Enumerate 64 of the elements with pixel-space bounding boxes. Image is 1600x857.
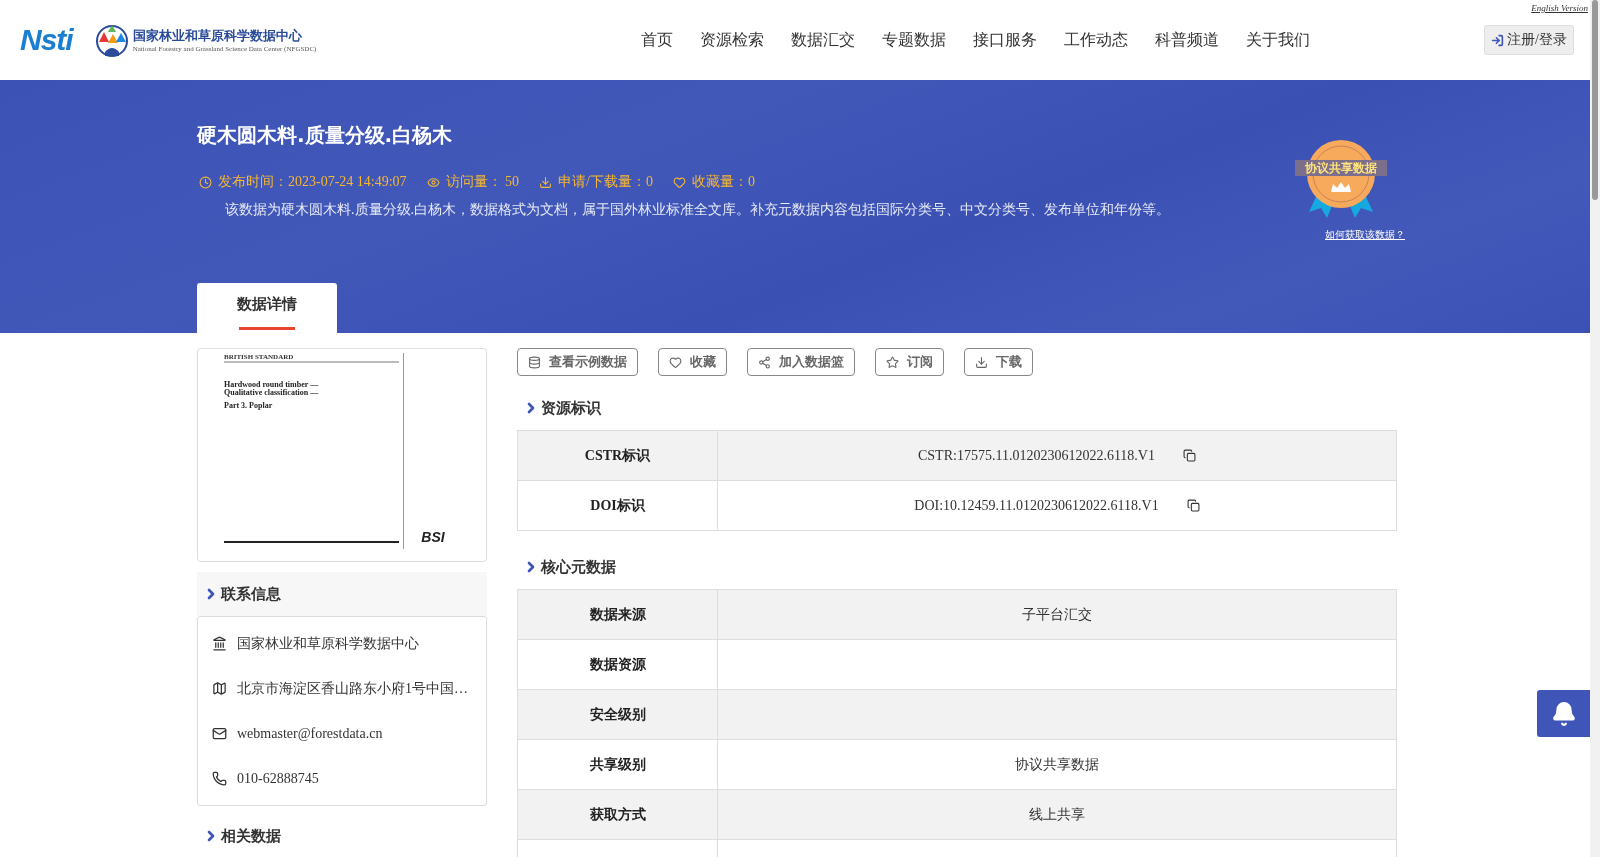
language-link[interactable]: English Version (1531, 3, 1588, 13)
download-icon (539, 175, 553, 189)
meta-text: 申请/下载量：0 (558, 173, 653, 191)
star-icon (886, 355, 899, 369)
bell-icon (1550, 700, 1577, 727)
contact-text: 010-62888745 (237, 770, 319, 787)
badge-text: 协议共享数据 (1295, 160, 1387, 176)
section-title: 联系信息 (221, 584, 281, 604)
contact-text: 国家林业和草原科学数据中心 (237, 634, 419, 653)
eye-icon (426, 175, 440, 189)
section-title: 资源标识 (541, 398, 601, 418)
copy-icon[interactable] (1186, 499, 1200, 512)
section-title: 核心元数据 (541, 557, 616, 577)
site-logo: Nsti (20, 23, 73, 57)
value-cell: DOI:10.12459.11.0120230612022.6118.V1 (914, 497, 1159, 514)
action-button[interactable]: 下载 (964, 348, 1033, 376)
bank-icon (212, 636, 227, 651)
label-cell: DOI标识 (518, 481, 718, 530)
action-button[interactable]: 查看示例数据 (517, 348, 638, 376)
login-button[interactable]: 注册/登录 (1484, 25, 1574, 55)
heart-icon (673, 175, 686, 189)
dataset-title: 硬木圆木料.质量分级.白杨木 (197, 122, 454, 149)
value-cell: 子平台汇交 (1022, 605, 1092, 624)
forest-logo-icon (94, 22, 129, 58)
document-subtitle-text: Part 3. Poplar (224, 401, 274, 410)
meta-text: 收藏量：0 (692, 173, 755, 191)
copy-icon[interactable] (1183, 449, 1196, 462)
nav-link[interactable]: 接口服务 (973, 29, 1038, 51)
download-icon (975, 355, 988, 369)
value-cell: 线上共享 (1029, 805, 1085, 824)
help-link[interactable]: 如何获取该数据？ (1325, 228, 1405, 242)
heart-icon (669, 355, 682, 369)
chat-button[interactable] (1537, 690, 1590, 737)
nav-link[interactable]: 资源检索 (700, 29, 765, 51)
document-brand-text: BSI (421, 529, 445, 545)
map-icon (212, 681, 227, 696)
section-title: 相关数据 (221, 826, 281, 846)
database-icon (528, 355, 541, 369)
nav-link[interactable]: 数据汇交 (791, 29, 856, 51)
nav-link[interactable]: 首页 (641, 29, 674, 51)
action-button[interactable]: 收藏 (658, 348, 727, 376)
nav-link[interactable]: 工作动态 (1064, 29, 1129, 51)
phone-icon (212, 771, 227, 786)
meta-text: 发布时间：2023-07-24 14:49:07 (218, 173, 407, 191)
clock-icon (199, 175, 212, 189)
tab[interactable]: 数据详情 (197, 283, 337, 333)
dataset-description: 该数据为硬木圆木料.质量分级.白杨木，数据格式为文档，属于国外林业标准全文库。补充元数据内容包括国际分类号、中文分类号、发布单位和年份等。 (225, 201, 1171, 219)
contact-text: 北京市海淀区香山路东小府1号中国… (237, 679, 468, 698)
action-button[interactable]: 加入数据篮 (747, 348, 855, 376)
value-cell: CSTR:17575.11.0120230612022.6118.V1 (918, 447, 1155, 464)
nav-link[interactable]: 关于我们 (1246, 29, 1311, 51)
mail-icon (212, 726, 227, 741)
action-button[interactable]: 订阅 (875, 348, 944, 376)
login-icon (1491, 33, 1505, 47)
document-title-text: Hardwood round timber — (224, 381, 320, 389)
value-cell: 协议共享数据 (1015, 755, 1099, 774)
nav-link[interactable]: 科普频道 (1155, 29, 1220, 51)
document-title-text: Qualitative classification — (224, 389, 320, 397)
nav-link[interactable]: 专题数据 (882, 29, 947, 51)
organization-name: 国家林业和草原科学数据中心 (132, 27, 303, 45)
contact-text: webmaster@forestdata.cn (237, 725, 383, 742)
meta-text: 访问量： 50 (445, 173, 520, 191)
scrollbar[interactable] (1590, 0, 1600, 857)
share-icon (758, 355, 771, 369)
